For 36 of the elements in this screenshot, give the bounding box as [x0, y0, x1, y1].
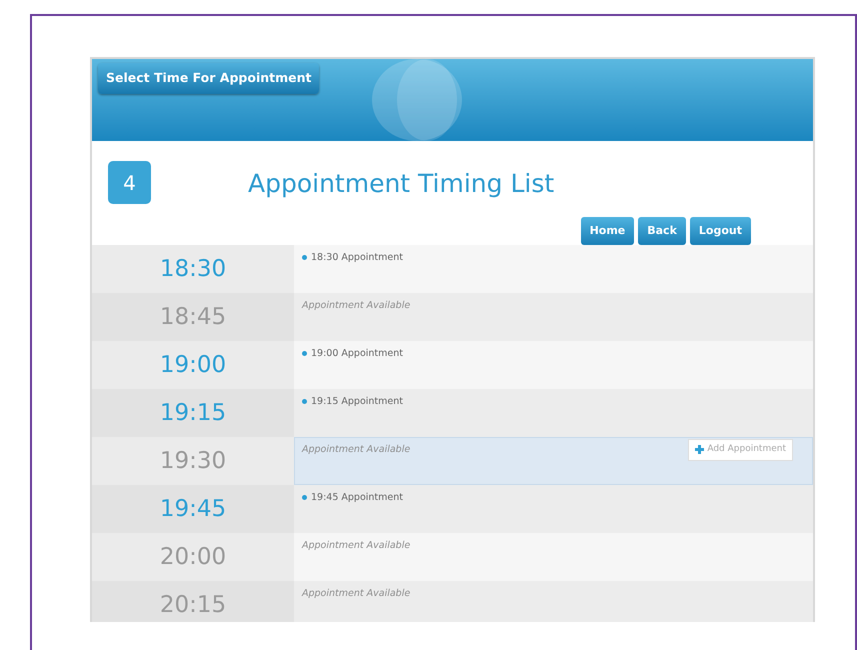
- time-slot[interactable]: 19:15: [92, 389, 294, 437]
- bullet-icon: [302, 350, 307, 356]
- slot-cell[interactable]: Appointment Available: [294, 293, 813, 341]
- add-appointment-button[interactable]: Add Appointment: [688, 439, 793, 460]
- nav-button[interactable]: Back: [638, 217, 686, 245]
- nav-button[interactable]: Logout: [690, 217, 751, 245]
- availability-label: Appointment Available: [302, 588, 410, 599]
- appointment-label: 19:15 Appointment: [311, 396, 403, 407]
- time-slot[interactable]: 19:00: [92, 341, 294, 389]
- bullet-icon: [302, 494, 307, 500]
- slot-cell[interactable]: Appointment Available: [294, 581, 813, 622]
- time-slot[interactable]: 20:00: [92, 533, 294, 581]
- appointment-label: 19:45 Appointment: [311, 492, 403, 503]
- slot-cell[interactable]: 19:45 Appointment: [294, 485, 813, 533]
- availability-label: Appointment Available: [302, 444, 410, 455]
- time-slot[interactable]: 19:45: [92, 485, 294, 533]
- slot-cell[interactable]: Appointment Available Add Appointment: [294, 437, 813, 485]
- time-slot[interactable]: 19:30: [92, 437, 294, 485]
- nav-button[interactable]: Home: [580, 217, 634, 245]
- plus-icon: [695, 445, 704, 454]
- availability-label: Appointment Available: [302, 300, 410, 311]
- step-number: 4: [108, 161, 151, 204]
- appointment-label: 19:00 Appointment: [311, 348, 403, 359]
- slot-cell[interactable]: 19:00 Appointment: [294, 341, 813, 389]
- page-title: Appointment Timing List: [248, 168, 554, 200]
- availability-label: Appointment Available: [302, 540, 410, 551]
- bullet-icon: [302, 254, 307, 260]
- slot-cell[interactable]: 19:15 Appointment: [294, 389, 813, 437]
- header-tab[interactable]: Select Time For Appointment: [98, 63, 320, 94]
- time-slot[interactable]: 20:15: [92, 581, 294, 622]
- bullet-icon: [302, 398, 307, 404]
- slot-cell[interactable]: 18:30 Appointment: [294, 245, 813, 293]
- time-slot[interactable]: 18:30: [92, 245, 294, 293]
- slot-cell[interactable]: Appointment Available: [294, 533, 813, 581]
- appointment-label: 18:30 Appointment: [311, 252, 403, 263]
- time-slot[interactable]: 18:45: [92, 293, 294, 341]
